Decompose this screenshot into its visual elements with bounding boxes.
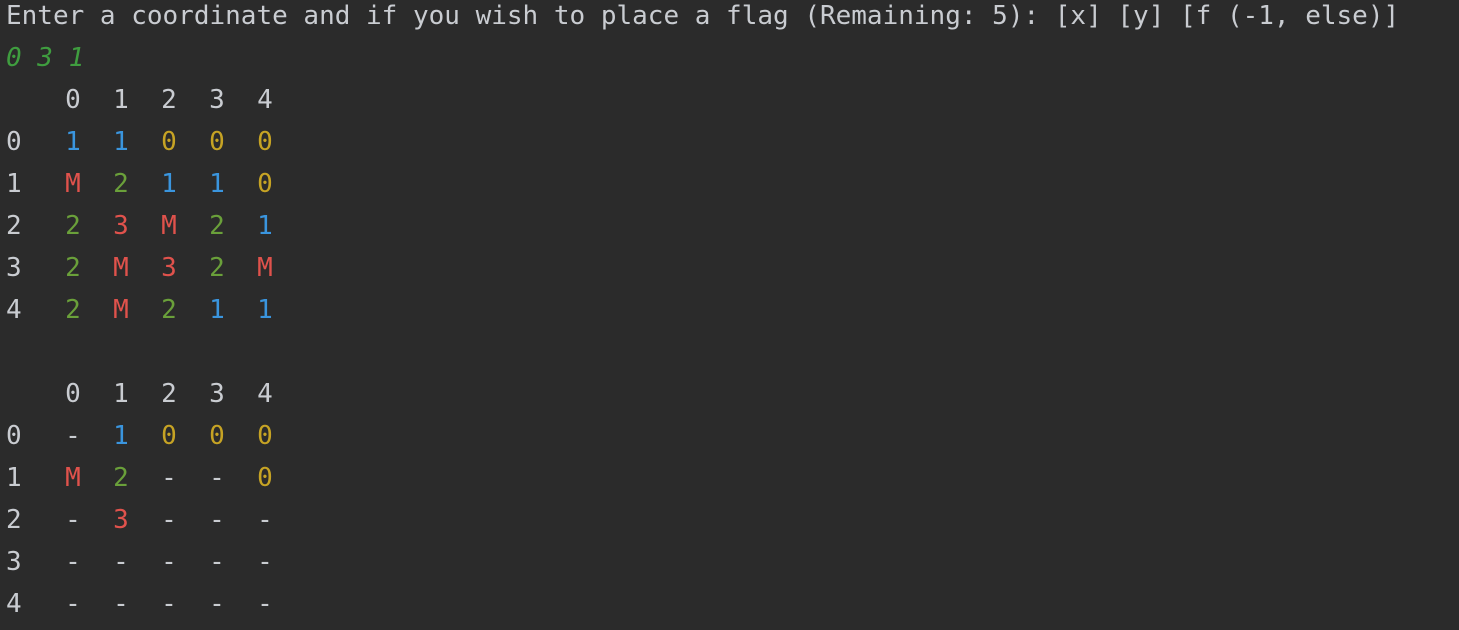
- player-board: 0 1 2 3 4 0 - 1 0 0 0 1 M 2 - - 0 2 - 3 - - - 3 - - - - - 4 - - - - -: [6, 373, 1456, 625]
- board-cell: 2: [65, 211, 81, 241]
- row-label: 2: [6, 505, 22, 535]
- board-cell: -: [209, 589, 225, 619]
- row-label: 1: [6, 169, 22, 199]
- board-cell: -: [65, 547, 81, 577]
- board-cell: -: [65, 421, 81, 451]
- column-header: 1: [113, 85, 129, 115]
- board-row: 3 - - - - -: [6, 541, 1456, 583]
- column-header: 2: [161, 85, 177, 115]
- board-cell: -: [257, 589, 273, 619]
- column-header: 1: [113, 379, 129, 409]
- board-row: 1 M 2 - - 0: [6, 457, 1456, 499]
- board-cell: 1: [113, 127, 129, 157]
- board-cell: M: [65, 463, 81, 493]
- board-cell: -: [161, 463, 177, 493]
- board-cell: M: [113, 253, 129, 283]
- board-row: 0 1 1 0 0 0: [6, 121, 1456, 163]
- prompt-line: Enter a coordinate and if you wish to pl…: [6, 1, 1400, 31]
- board-cell: M: [65, 169, 81, 199]
- board-cell: 1: [257, 211, 273, 241]
- board-cell: 0: [161, 421, 177, 451]
- board-cell: 3: [161, 253, 177, 283]
- board-cell: 2: [113, 169, 129, 199]
- board-cell: 1: [209, 295, 225, 325]
- board-cell: 0: [209, 127, 225, 157]
- board-row: 3 2 M 3 2 M: [6, 247, 1456, 289]
- board-cell: 2: [113, 463, 129, 493]
- board-row: 2 - 3 - - -: [6, 499, 1456, 541]
- board-cell: M: [257, 253, 273, 283]
- row-label: 0: [6, 127, 22, 157]
- board-cell: M: [161, 211, 177, 241]
- boards-container: 0 1 2 3 4 0 1 1 0 0 0 1 M 2 1 1 0 2 2 3 M 2 1 3 2 M 3 2 M 4 2 M 2 1 1 0 1 2 3 4…: [6, 79, 1456, 625]
- board-cell: -: [161, 589, 177, 619]
- board-cell: -: [65, 505, 81, 535]
- board-cell: 1: [161, 169, 177, 199]
- board-cell: -: [113, 547, 129, 577]
- board-cell: 0: [257, 421, 273, 451]
- row-label: 4: [6, 295, 22, 325]
- column-header: 4: [257, 379, 273, 409]
- board-cell: 3: [113, 505, 129, 535]
- board-cell: 2: [65, 253, 81, 283]
- board-cell: 2: [209, 211, 225, 241]
- board-cell: 2: [161, 295, 177, 325]
- board-cell: 1: [65, 127, 81, 157]
- user-input-line: 0 3 1: [6, 43, 85, 73]
- board-cell: -: [257, 505, 273, 535]
- board-cell: 3: [113, 211, 129, 241]
- column-header-row: 0 1 2 3 4: [6, 79, 1456, 121]
- board-row: 4 2 M 2 1 1: [6, 289, 1456, 331]
- console-output: Enter a coordinate and if you wish to pl…: [6, 0, 1456, 625]
- board-cell: -: [161, 505, 177, 535]
- board-cell: 1: [209, 169, 225, 199]
- board-cell: 1: [257, 295, 273, 325]
- row-label: 4: [6, 589, 22, 619]
- board-cell: 0: [257, 127, 273, 157]
- board-cell: -: [209, 463, 225, 493]
- column-header: 4: [257, 85, 273, 115]
- column-header: 3: [209, 379, 225, 409]
- row-label: 2: [6, 211, 22, 241]
- column-header: 0: [65, 85, 81, 115]
- row-label: 3: [6, 253, 22, 283]
- column-header-row: 0 1 2 3 4: [6, 373, 1456, 415]
- column-header: 3: [209, 85, 225, 115]
- column-header: 2: [161, 379, 177, 409]
- board-row: 0 - 1 0 0 0: [6, 415, 1456, 457]
- board-cell: 0: [257, 169, 273, 199]
- row-label: 3: [6, 547, 22, 577]
- board-row: 4 - - - - -: [6, 583, 1456, 625]
- board-cell: 2: [209, 253, 225, 283]
- board-cell: -: [257, 547, 273, 577]
- board-cell: -: [209, 547, 225, 577]
- row-label: 0: [6, 421, 22, 451]
- board-cell: -: [65, 589, 81, 619]
- board-row: 2 2 3 M 2 1: [6, 205, 1456, 247]
- board-cell: -: [209, 505, 225, 535]
- row-label: 1: [6, 463, 22, 493]
- board-cell: 0: [161, 127, 177, 157]
- board-cell: M: [113, 295, 129, 325]
- board-row: 1 M 2 1 1 0: [6, 163, 1456, 205]
- board-cell: 2: [65, 295, 81, 325]
- board-cell: 1: [113, 421, 129, 451]
- column-header: 0: [65, 379, 81, 409]
- board-cell: 0: [257, 463, 273, 493]
- board-cell: -: [161, 547, 177, 577]
- board-cell: -: [113, 589, 129, 619]
- solution-board: 0 1 2 3 4 0 1 1 0 0 0 1 M 2 1 1 0 2 2 3 M 2 1 3 2 M 3 2 M 4 2 M 2 1 1: [6, 79, 1456, 331]
- board-cell: 0: [209, 421, 225, 451]
